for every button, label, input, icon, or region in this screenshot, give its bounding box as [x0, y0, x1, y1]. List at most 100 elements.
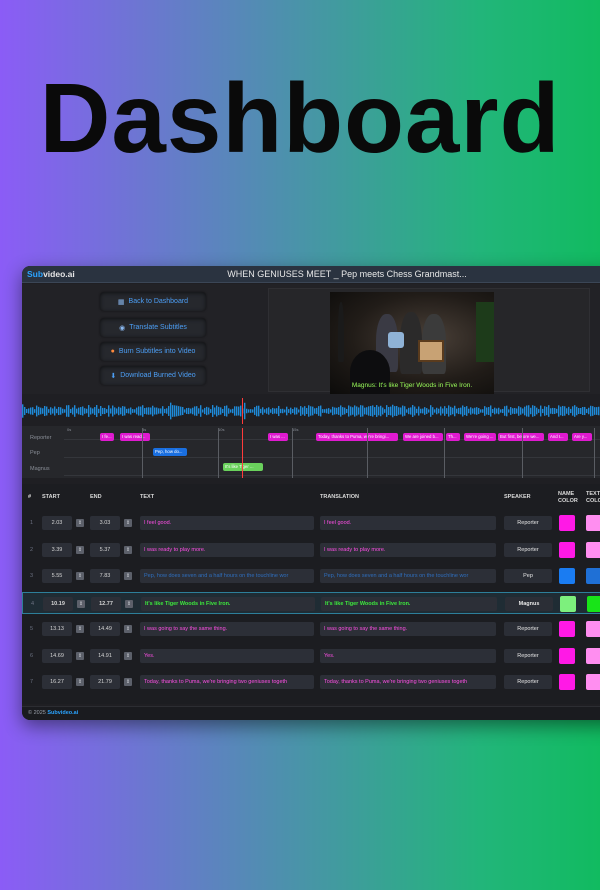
- text-color-swatch[interactable]: [586, 568, 600, 584]
- subtitle-text-input[interactable]: I feel good.: [140, 516, 314, 530]
- speaker-select[interactable]: Reporter: [504, 648, 552, 663]
- video-player[interactable]: Magnus: It's like Tiger Woods in Five Ir…: [330, 292, 494, 394]
- end-time-input[interactable]: 5.37: [90, 542, 120, 557]
- name-color-swatch[interactable]: [559, 568, 575, 584]
- text-color-swatch[interactable]: [586, 647, 600, 664]
- timeline-clip-reporter[interactable]: But first, before we...: [498, 433, 544, 441]
- speaker-select[interactable]: Reporter: [504, 542, 552, 557]
- translate-subtitles-button[interactable]: ◉ Translate Subtitles: [100, 318, 206, 337]
- start-stepper-icon[interactable]: ⇕: [76, 545, 84, 554]
- name-color-swatch[interactable]: [560, 595, 576, 612]
- table-row[interactable]: 7 16.27 ⇕ 21.79 ⇕ Today, thanks to Puma, we'r…: [22, 671, 600, 693]
- end-time-input[interactable]: 12.77: [91, 596, 121, 611]
- waveform-bar: [480, 409, 482, 413]
- end-time-input[interactable]: 14.91: [90, 648, 120, 663]
- waveform-bar: [598, 406, 600, 416]
- name-color-swatch[interactable]: [559, 674, 575, 690]
- start-time-input[interactable]: 16.27: [42, 675, 72, 689]
- subtitle-timeline[interactable]: Reporter Pep Magnus I fe... I was read...…: [22, 426, 600, 478]
- table-row[interactable]: 4 10.19 ⇕ 12.77 ⇕ It's like Tiger Woods in Fi…: [22, 591, 600, 614]
- download-burned-video-button[interactable]: ⬇ Download Burned Video: [100, 366, 206, 385]
- text-color-swatch[interactable]: [586, 515, 600, 531]
- end-time-input[interactable]: 7.83: [90, 569, 120, 583]
- translation-text-input[interactable]: I was ready to play more.: [320, 542, 496, 557]
- subtitle-text-input[interactable]: Yes.: [140, 648, 314, 663]
- translation-text-input[interactable]: Today, thanks to Puma, we're bringing tw…: [320, 675, 496, 689]
- start-stepper-icon[interactable]: ⇕: [76, 651, 84, 660]
- name-color-swatch[interactable]: [559, 647, 575, 664]
- playhead-marker[interactable]: [242, 398, 243, 424]
- timeline-clip-reporter[interactable]: I was read...: [120, 433, 150, 441]
- end-stepper-icon[interactable]: ⇕: [124, 625, 132, 633]
- subtitle-text-input[interactable]: I was ready to play more.: [140, 542, 314, 557]
- text-color-swatch[interactable]: [586, 674, 600, 690]
- timeline-clip-pep[interactable]: Pep, how do...: [153, 448, 187, 456]
- timeline-clip-magnus[interactable]: It's like Tiger ...: [223, 463, 263, 471]
- timeline-clip-reporter[interactable]: And I...: [548, 433, 568, 441]
- start-time-input[interactable]: 5.55: [42, 569, 72, 583]
- end-stepper-icon[interactable]: ⇕: [124, 545, 132, 554]
- start-stepper-icon[interactable]: ⇕: [76, 678, 84, 686]
- table-row[interactable]: 5 13.13 ⇕ 14.49 ⇕ I was going to say the same…: [22, 618, 600, 640]
- end-time-input[interactable]: 21.79: [90, 675, 120, 689]
- start-stepper-icon[interactable]: ⇕: [76, 625, 84, 633]
- timeline-clip-reporter[interactable]: Th...: [446, 433, 460, 441]
- waveform-bar: [372, 405, 374, 417]
- back-to-dashboard-button[interactable]: ▦ Back to Dashboard: [100, 292, 206, 311]
- waveform-bar: [112, 405, 114, 417]
- speaker-select[interactable]: Reporter: [504, 675, 552, 689]
- end-stepper-icon[interactable]: ⇕: [125, 599, 133, 608]
- start-stepper-icon[interactable]: ⇕: [76, 519, 84, 527]
- timeline-playhead[interactable]: [242, 428, 243, 478]
- start-time-input[interactable]: 10.19: [43, 596, 73, 611]
- translation-text-input[interactable]: I was going to say the same thing.: [320, 622, 496, 636]
- text-color-swatch[interactable]: [586, 621, 600, 637]
- name-color-swatch[interactable]: [559, 541, 575, 558]
- end-stepper-icon[interactable]: ⇕: [124, 519, 132, 527]
- name-color-swatch[interactable]: [559, 515, 575, 531]
- timeline-clip-reporter[interactable]: I was ...: [268, 433, 288, 441]
- start-time-input[interactable]: 14.69: [42, 648, 72, 663]
- timeline-clip-reporter[interactable]: Are y...: [572, 433, 592, 441]
- subtitle-text-input[interactable]: Today, thanks to Puma, we're bringing tw…: [140, 675, 314, 689]
- table-row[interactable]: 2 3.39 ⇕ 5.37 ⇕ I was ready to play more. I wa…: [22, 539, 600, 561]
- audio-waveform[interactable]: [22, 398, 600, 424]
- translation-text-input[interactable]: Yes.: [320, 648, 496, 663]
- translation-text-input[interactable]: It's like Tiger Woods in Five Iron.: [321, 596, 497, 611]
- end-time-input[interactable]: 14.49: [90, 622, 120, 636]
- burn-subtitles-button[interactable]: ● Burn Subtitles into Video: [100, 342, 206, 361]
- waveform-bar: [576, 406, 578, 416]
- name-color-swatch[interactable]: [559, 621, 575, 637]
- timeline-clip-reporter[interactable]: Today, thanks to Puma, we're bringi...: [316, 433, 398, 441]
- translation-text-input[interactable]: I feel good.: [320, 516, 496, 530]
- end-stepper-icon[interactable]: ⇕: [124, 572, 132, 580]
- start-time-input[interactable]: 2.03: [42, 516, 72, 530]
- end-stepper-icon[interactable]: ⇕: [124, 651, 132, 660]
- table-row[interactable]: 6 14.69 ⇕ 14.91 ⇕ Yes. Yes. Reporter: [22, 645, 600, 667]
- start-time-input[interactable]: 3.39: [42, 542, 72, 557]
- subtitle-text-input[interactable]: I was going to say the same thing.: [140, 622, 314, 636]
- timeline-clip-reporter[interactable]: We are joined b...: [403, 433, 443, 441]
- speaker-select[interactable]: Pep: [504, 569, 552, 583]
- end-stepper-icon[interactable]: ⇕: [124, 678, 132, 686]
- table-row[interactable]: 3 5.55 ⇕ 7.83 ⇕ Pep, how does seven and a hal…: [22, 565, 600, 587]
- text-color-swatch[interactable]: [586, 541, 600, 558]
- speaker-select[interactable]: Magnus: [505, 596, 553, 611]
- footer-brand[interactable]: Subvideo.ai: [47, 710, 78, 716]
- speaker-select[interactable]: Reporter: [504, 516, 552, 530]
- brand-logo[interactable]: Subvideo.ai: [22, 269, 142, 279]
- start-time-input[interactable]: 13.13: [42, 622, 72, 636]
- subtitle-text-input[interactable]: It's like Tiger Woods in Five Iron.: [141, 596, 315, 611]
- speaker-select[interactable]: Reporter: [504, 622, 552, 636]
- end-time-input[interactable]: 3.03: [90, 516, 120, 530]
- translation-text-input[interactable]: Pep, how does seven and a half hours on …: [320, 569, 496, 583]
- timeline-clip-reporter[interactable]: I fe...: [100, 433, 114, 441]
- timeline-clip-reporter[interactable]: We're going ...: [464, 433, 496, 441]
- start-stepper-icon[interactable]: ⇕: [77, 599, 85, 608]
- text-color-swatch[interactable]: [587, 595, 600, 612]
- subtitle-text-input[interactable]: Pep, how does seven and a half hours on …: [140, 569, 314, 583]
- table-row[interactable]: 1 2.03 ⇕ 3.03 ⇕ I feel good. I feel good. Repor…: [22, 512, 600, 534]
- waveform-bar: [180, 406, 182, 416]
- waveform-bar: [408, 407, 410, 415]
- start-stepper-icon[interactable]: ⇕: [76, 572, 84, 580]
